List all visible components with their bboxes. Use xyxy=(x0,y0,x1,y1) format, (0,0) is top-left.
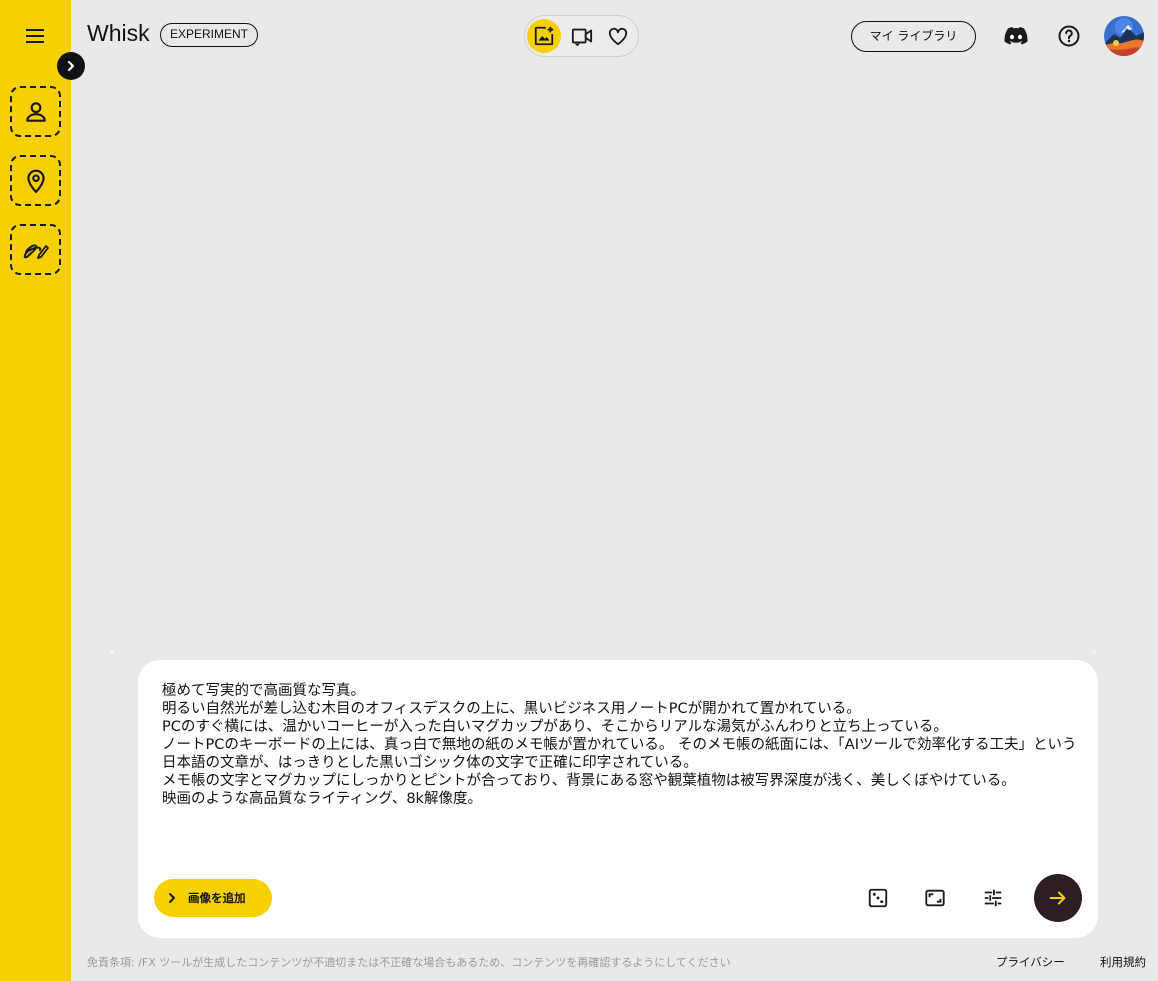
aspect-ratio-icon xyxy=(925,889,945,907)
dice-random-icon xyxy=(868,888,888,908)
send-button[interactable] xyxy=(1034,874,1082,922)
prompt-composer: 極めて写実的で高画質な写真。 明るい自然光が差し込む木目のオフィスデスクの上に、… xyxy=(138,660,1098,938)
discord-icon[interactable] xyxy=(1002,22,1030,50)
scene-slot[interactable] xyxy=(10,155,61,206)
hamburger-menu-icon[interactable] xyxy=(23,25,47,47)
my-library-button[interactable]: マイ ライブラリ xyxy=(851,21,976,52)
brush-icon xyxy=(23,244,49,259)
decorative-dot xyxy=(110,650,114,654)
video-mode-button[interactable] xyxy=(565,19,599,53)
settings-button[interactable] xyxy=(978,883,1008,913)
heart-icon xyxy=(608,27,628,46)
prompt-textarea[interactable]: 極めて写実的で高画質な写真。 明るい自然光が差し込む木目のオフィスデスクの上に、… xyxy=(162,682,1082,862)
terms-link[interactable]: 利用規約 xyxy=(1100,954,1146,970)
expand-sidebar-button[interactable] xyxy=(57,52,85,80)
help-icon[interactable] xyxy=(1055,22,1083,50)
settings-tune-icon xyxy=(984,889,1002,907)
location-pin-icon xyxy=(26,169,45,193)
style-slot[interactable] xyxy=(10,224,61,275)
experiment-badge: EXPERIMENT xyxy=(160,23,259,47)
aspect-ratio-button[interactable] xyxy=(920,883,950,913)
add-image-label: 画像を追加 xyxy=(188,891,246,905)
privacy-link[interactable]: プライバシー xyxy=(996,954,1065,970)
video-animate-icon xyxy=(571,28,593,47)
decorative-dot xyxy=(1092,650,1096,654)
mode-switcher xyxy=(524,15,639,57)
person-icon xyxy=(25,101,46,122)
arrow-right-icon xyxy=(1049,891,1066,905)
add-image-button[interactable]: 画像を追加 xyxy=(154,879,272,917)
chevron-right-icon xyxy=(67,60,75,72)
random-prompt-button[interactable] xyxy=(863,883,893,913)
sidebar xyxy=(0,0,71,981)
chevron-right-icon xyxy=(169,893,175,903)
app-title: Whisk xyxy=(87,20,150,46)
subject-slot[interactable] xyxy=(10,86,61,137)
favorites-button[interactable] xyxy=(601,19,635,53)
image-mode-button[interactable] xyxy=(527,19,561,53)
add-photo-icon xyxy=(534,26,554,46)
disclaimer-text: 免責条項: /FX ツールが生成したコンテンツが不適切または不正確な場合もあるた… xyxy=(87,956,731,969)
user-avatar[interactable] xyxy=(1104,16,1144,56)
